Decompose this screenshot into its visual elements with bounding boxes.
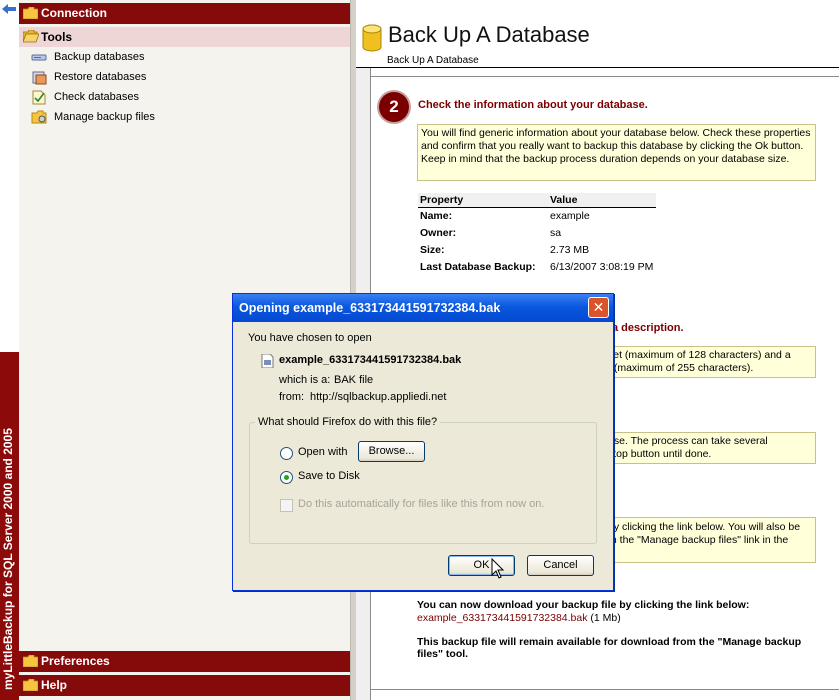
column-header-value: Value xyxy=(548,193,656,208)
download-heading: You can now download your backup file by… xyxy=(417,599,750,611)
database-icon xyxy=(362,24,382,52)
download-size: (1 Mb) xyxy=(587,612,621,624)
nav-item-label: Backup databases xyxy=(54,51,145,63)
nav-section-tools[interactable]: Tools xyxy=(19,27,350,47)
open-with-label: Open with xyxy=(298,446,348,458)
manage-files-icon xyxy=(31,110,47,124)
nav-item-label: Manage backup files xyxy=(54,111,155,123)
property-cell: Owner: xyxy=(420,227,457,239)
browse-button[interactable]: Browse... xyxy=(358,441,425,462)
cancel-button[interactable]: Cancel xyxy=(527,555,594,576)
info-note-fragment: ase. The process can take several stop b… xyxy=(604,432,816,464)
step-heading: Check the information about your databas… xyxy=(418,99,648,111)
nav-item-backup-databases[interactable]: Backup databases xyxy=(29,48,145,66)
nav-section-preferences[interactable]: Preferences xyxy=(19,651,350,672)
firefox-question: What should Firefox do with this file? xyxy=(255,416,441,428)
value-cell: 2.73 MB xyxy=(550,244,590,256)
database-properties-table: Property Value Name: example Owner: sa S… xyxy=(418,193,656,276)
open-file-dialog: Opening example_633173441591732384.bak ✕… xyxy=(232,293,614,591)
value-cell: example xyxy=(550,210,590,222)
dialog-filename: example_633173441591732384.bak xyxy=(279,354,462,366)
close-icon: ✕ xyxy=(592,299,605,315)
table-row: Name: example xyxy=(418,208,656,226)
dialog-title: Opening example_633173441591732384.bak xyxy=(239,301,501,315)
which-is-label: which is a: xyxy=(279,374,331,386)
nav-item-restore-databases[interactable]: Restore databases xyxy=(29,68,146,86)
mouse-cursor-icon xyxy=(491,558,505,579)
table-header-row: Property Value xyxy=(418,193,656,208)
page-subtitle: Back Up A Database xyxy=(387,55,479,66)
table-row: Size: 2.73 MB xyxy=(418,242,656,259)
close-button[interactable]: ✕ xyxy=(588,297,609,318)
value-cell: sa xyxy=(550,227,562,239)
file-type-value: BAK file xyxy=(334,374,374,386)
step-number-badge: 2 xyxy=(379,92,409,122)
value-cell: 6/13/2007 3:08:19 PM xyxy=(550,261,654,273)
step3-heading-fragment: a description. xyxy=(612,322,684,334)
info-note: You will find generic information about … xyxy=(417,124,816,181)
divider xyxy=(356,67,839,68)
chosen-to-open-label: You have chosen to open xyxy=(248,332,372,344)
save-to-disk-label: Save to Disk xyxy=(298,470,360,482)
table-row: Last Database Backup: 6/13/2007 3:08:19 … xyxy=(418,259,656,276)
nav-item-label: Restore databases xyxy=(54,71,147,83)
folder-icon xyxy=(23,655,38,667)
dialog-body: You have chosen to open example_63317344… xyxy=(237,322,609,586)
nav-section-label: Tools xyxy=(41,30,73,44)
backup-icon xyxy=(31,54,47,61)
nav-item-manage-backup-files[interactable]: Manage backup files xyxy=(29,108,155,126)
check-icon xyxy=(32,90,46,105)
restore-icon xyxy=(32,71,47,85)
nav-section-help[interactable]: Help xyxy=(19,675,350,696)
property-cell: Size: xyxy=(420,244,445,256)
info-note-fragment: by clicking the link below. You will als… xyxy=(604,517,816,563)
auto-action-label: Do this automatically for files like thi… xyxy=(298,498,545,510)
availability-note: This backup file will remain available f… xyxy=(417,636,802,660)
from-label: from: xyxy=(279,391,305,403)
open-with-radio[interactable] xyxy=(280,447,293,460)
nav-section-connection[interactable]: Connection xyxy=(19,3,350,24)
open-folder-icon xyxy=(23,30,39,43)
save-to-disk-radio[interactable] xyxy=(280,471,293,484)
download-link[interactable]: example_633173441591732384.bak xyxy=(417,612,588,624)
property-cell: Last Database Backup: xyxy=(420,261,536,273)
file-icon xyxy=(261,354,274,368)
dialog-title-bar[interactable]: Opening example_633173441591732384.bak xyxy=(233,294,613,322)
nav-section-label: Help xyxy=(41,678,68,692)
back-arrow-icon[interactable] xyxy=(2,4,16,14)
nav-section-label: Connection xyxy=(41,6,107,20)
folder-icon xyxy=(23,679,38,691)
download-line: example_633173441591732384.bak (1 Mb) xyxy=(417,612,621,624)
brand-bar: myLittleBackup for SQL Server 2000 and 2… xyxy=(0,352,19,700)
auto-action-checkbox[interactable] xyxy=(280,499,293,512)
brand-vertical-title: myLittleBackup for SQL Server 2000 and 2… xyxy=(1,428,15,690)
column-header-property: Property xyxy=(418,193,548,208)
info-note-fragment: set (maximum of 128 characters) and a t … xyxy=(604,346,816,378)
page-title: Back Up A Database xyxy=(388,22,590,47)
nav-item-label: Check databases xyxy=(54,91,139,103)
table-row: Owner: sa xyxy=(418,225,656,242)
source-url: http://sqlbackup.appliedi.net xyxy=(310,391,447,403)
nav-item-check-databases[interactable]: Check databases xyxy=(29,88,139,106)
folder-icon xyxy=(23,7,38,19)
brand-strip: myLittleBackup for SQL Server 2000 and 2… xyxy=(0,0,19,700)
nav-section-label: Preferences xyxy=(41,654,110,668)
property-cell: Name: xyxy=(420,210,453,222)
